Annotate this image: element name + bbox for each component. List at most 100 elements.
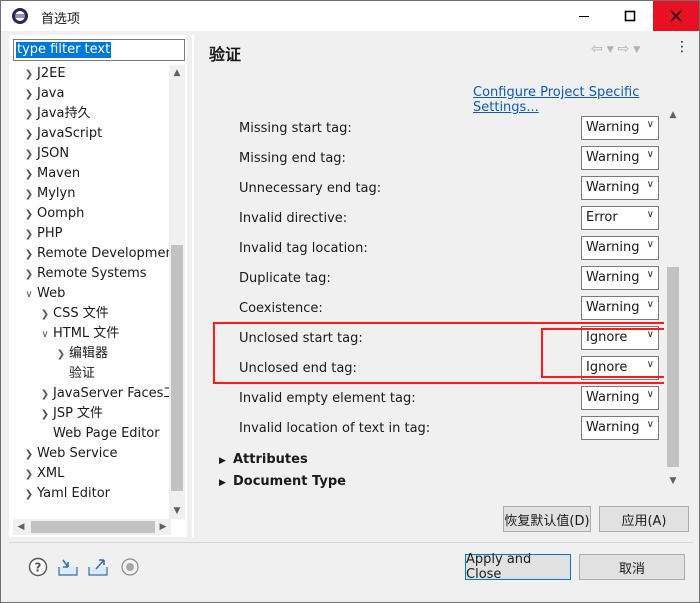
minimize-button[interactable] (561, 1, 607, 31)
tree-item-maven[interactable]: ❯ Maven (21, 164, 80, 184)
chevron-right-icon[interactable]: ❯ (21, 105, 37, 125)
settings-vertical-scrollbar[interactable]: ▲ ▼ (664, 107, 681, 491)
tree-item-web[interactable]: ∨ Web (21, 284, 65, 304)
chevron-right-icon[interactable]: ❯ (37, 405, 53, 425)
tree-item-css-files[interactable]: ❯ CSS 文件 (37, 304, 109, 324)
scroll-up-icon[interactable]: ▲ (665, 107, 681, 123)
page-header: 验证 ⇦ ▼ ⇨ ▼ ⋮ (197, 35, 693, 65)
tree-item-remote-development[interactable]: ❯ Remote Development (21, 244, 169, 264)
tree-vertical-scrollbar[interactable]: ▲ ▼ (169, 65, 185, 519)
setting-label: Coexistence: (239, 301, 323, 316)
preference-tree: ❯ J2EE ❯ Java ❯ Java持久 ❯ JavaScript ❯ JSON ❯ M… (13, 63, 169, 519)
minimize-icon (579, 16, 589, 17)
chevron-right-icon[interactable]: ❯ (21, 65, 37, 85)
record-button[interactable] (119, 556, 141, 578)
tree-item-html-validation[interactable]: 验证 (53, 364, 96, 384)
tree-item-oomph[interactable]: ❯ Oomph (21, 204, 85, 225)
setting-label: Invalid empty element tag: (239, 391, 416, 406)
chevron-down-icon[interactable]: ∨ (37, 325, 53, 345)
scroll-right-icon[interactable]: ▶ (155, 519, 171, 535)
forward-icon[interactable]: ⇨ (618, 41, 630, 59)
invalid-directive-select[interactable]: Error ∨ (581, 206, 659, 230)
tree-item-mylyn[interactable]: ❯ Mylyn (21, 184, 76, 205)
chevron-down-icon[interactable]: ∨ (21, 285, 37, 305)
coexistence-select[interactable]: Warning ∨ (581, 296, 659, 320)
tree-item-html-files[interactable]: ∨ HTML 文件 (37, 324, 119, 344)
scroll-thumb[interactable] (667, 267, 679, 467)
title-bar: 首选项 (1, 1, 699, 31)
chevron-right-icon[interactable]: ❯ (21, 205, 37, 225)
tree-item-jsp-files[interactable]: ❯ JSP 文件 (37, 404, 103, 424)
chevron-right-icon[interactable]: ❯ (21, 145, 37, 165)
chevron-right-icon[interactable]: ❯ (21, 165, 37, 185)
chevron-right-icon[interactable]: ❯ (53, 345, 69, 365)
tree-item-web-page-editor[interactable]: Web Page Editor (37, 424, 160, 444)
tree-item-yaml-editor[interactable]: ❯ Yaml Editor (21, 484, 110, 504)
chevron-right-icon[interactable]: ❯ (37, 305, 53, 325)
tree-item-html-editor[interactable]: ❯ 编辑器 (53, 344, 108, 364)
missing-start-tag-select[interactable]: Warning ∨ (581, 116, 659, 140)
tree-item-java-persistence[interactable]: ❯ Java持久 (21, 104, 91, 125)
setting-label: Invalid tag location: (239, 241, 368, 256)
chevron-right-icon[interactable]: ❯ (21, 125, 37, 145)
import-button[interactable] (57, 556, 79, 578)
restore-defaults-button[interactable]: 恢复默认值(D) (503, 506, 591, 532)
tree-item-remote-systems[interactable]: ❯ Remote Systems (21, 264, 147, 284)
setting-label: Invalid directive: (239, 211, 348, 226)
tree-item-j2ee[interactable]: ❯ J2EE (21, 64, 66, 84)
help-icon: ? (28, 557, 48, 577)
window-title: 首选项 (41, 12, 81, 27)
missing-end-tag-select[interactable]: Warning ∨ (581, 146, 659, 170)
help-button[interactable]: ? (27, 556, 49, 578)
scroll-left-icon[interactable]: ◀ (13, 519, 29, 535)
tree-item-javascript[interactable]: ❯ JavaScript (21, 124, 102, 144)
import-icon (58, 559, 78, 576)
back-menu-icon[interactable]: ▼ (607, 41, 614, 59)
unnecessary-end-tag-select[interactable]: Warning ∨ (581, 176, 659, 200)
chevron-right-icon[interactable]: ❯ (21, 445, 37, 465)
setting-label: Missing end tag: (239, 151, 346, 166)
chevron-right-icon[interactable]: ❯ (21, 485, 37, 505)
tree-horizontal-scrollbar[interactable]: ◀ ▶ (13, 519, 171, 535)
view-menu-icon[interactable]: ⋮ (675, 39, 689, 55)
tree-item-xml[interactable]: ❯ XML (21, 464, 65, 485)
close-button[interactable] (653, 1, 699, 31)
invalid-tag-location-select[interactable]: Warning ∨ (581, 236, 659, 260)
chevron-down-icon: ∨ (646, 419, 654, 430)
scroll-up-icon[interactable]: ▲ (169, 65, 185, 81)
export-button[interactable] (87, 556, 109, 578)
document-type-section[interactable]: ▶ Document Type (219, 474, 346, 489)
duplicate-tag-select[interactable]: Warning ∨ (581, 266, 659, 290)
apply-button[interactable]: 应用(A) (599, 506, 689, 532)
chevron-right-icon[interactable]: ❯ (21, 185, 37, 205)
chevron-right-icon[interactable]: ❯ (21, 245, 37, 265)
pane-splitter[interactable] (192, 35, 194, 537)
chevron-right-icon[interactable]: ❯ (37, 385, 53, 405)
scroll-thumb[interactable] (31, 521, 155, 533)
tree-item-php[interactable]: ❯ PHP (21, 224, 63, 245)
forward-menu-icon[interactable]: ▼ (633, 41, 640, 59)
invalid-text-location-select[interactable]: Warning ∨ (581, 416, 659, 440)
history-nav: ⇦ ▼ ⇨ ▼ (591, 41, 640, 59)
chevron-down-icon: ∨ (646, 389, 654, 400)
scroll-down-icon[interactable]: ▼ (665, 473, 681, 489)
back-icon[interactable]: ⇦ (591, 41, 603, 59)
cancel-button[interactable]: 取消 (579, 554, 685, 580)
chevron-right-icon[interactable]: ❯ (21, 225, 37, 245)
attributes-section[interactable]: ▶ Attributes (219, 452, 308, 467)
tree-item-json[interactable]: ❯ JSON (21, 144, 69, 164)
scroll-thumb[interactable] (171, 245, 183, 491)
tree-item-java[interactable]: ❯ Java (21, 84, 65, 105)
chevron-right-icon[interactable]: ❯ (21, 85, 37, 105)
maximize-button[interactable] (607, 1, 653, 31)
scroll-down-icon[interactable]: ▼ (169, 503, 185, 519)
invalid-empty-element-tag-select[interactable]: Warning ∨ (581, 386, 659, 410)
tree-item-web-service[interactable]: ❯ Web Service (21, 444, 118, 464)
setting-label: Invalid location of text in tag: (239, 421, 431, 436)
chevron-right-icon[interactable]: ❯ (21, 465, 37, 485)
apply-and-close-button[interactable]: Apply and Close (465, 552, 571, 582)
chevron-right-icon[interactable]: ❯ (21, 265, 37, 285)
filter-input[interactable]: type filter text (13, 39, 185, 61)
tree-item-jsf-tools[interactable]: ❯JavaServer Faces工具 (37, 384, 169, 404)
triangle-right-icon: ▶ (219, 456, 226, 466)
